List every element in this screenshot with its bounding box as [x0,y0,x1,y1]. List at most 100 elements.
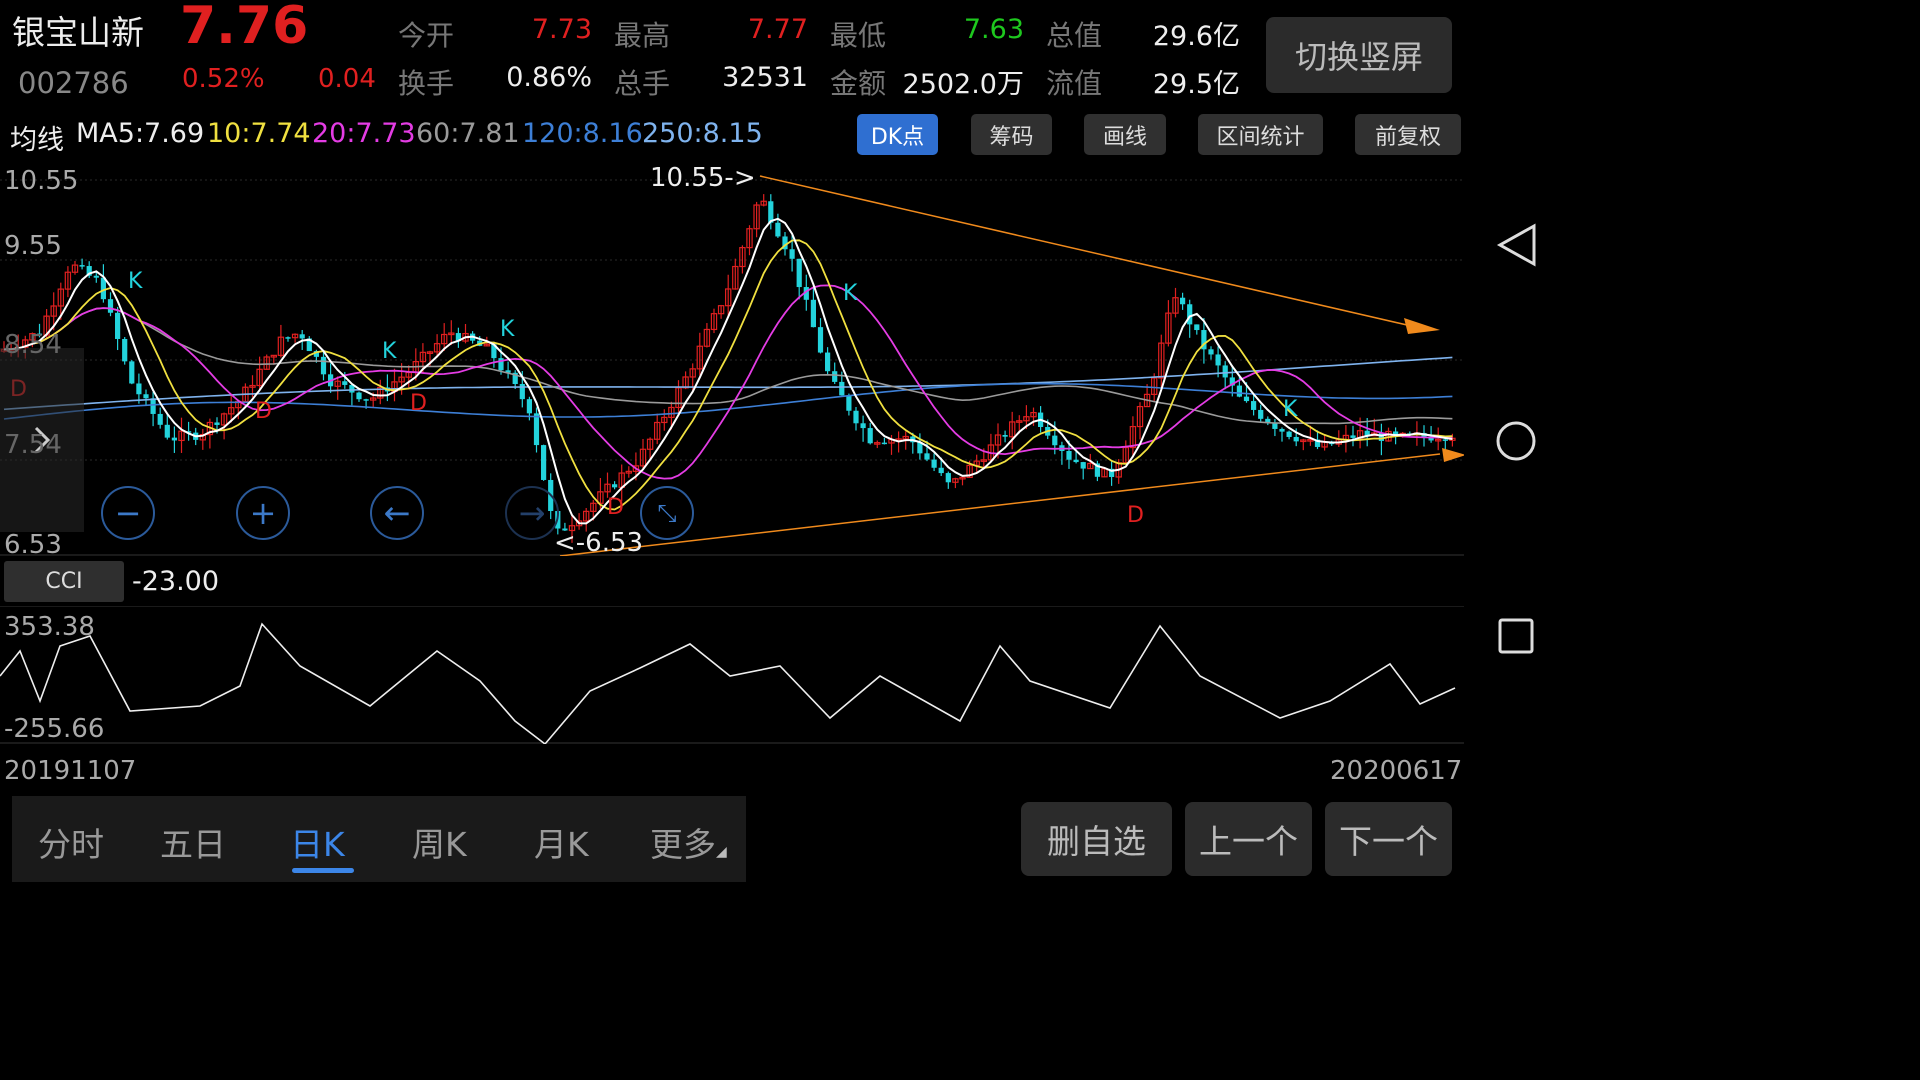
k-marker: K [500,317,515,342]
candle-body [817,327,824,353]
candle-body [945,473,951,483]
grid [0,179,1464,461]
axis-top: 10.55 [4,166,79,196]
candle-body [775,222,781,237]
chips-button[interactable]: 筹码 [971,114,1052,155]
market-cap-label: 总值 [1046,19,1103,52]
turnover-label: 换手 [398,67,455,100]
candle-body [1066,451,1072,460]
candle-body [846,395,852,411]
change-amount: 0.04 [318,64,376,94]
ma60-value: 60:7.81 [416,118,520,149]
pan-left-button[interactable]: ← [370,486,424,540]
active-tab-indicator [292,868,354,873]
ma20-value: 20:7.73 [312,118,416,149]
candle-body [1180,297,1186,305]
ma-label: 均线 [10,125,64,156]
market-cap-value: 29.6亿 [1152,21,1240,52]
candle-body [832,371,838,382]
candle-body [363,399,369,401]
candle-body [796,258,802,288]
candle-body [129,361,135,384]
candle-body [1293,436,1299,442]
low-label: 最低 [830,19,887,52]
interval-stats-button[interactable]: 区间统计 [1198,114,1323,155]
candle-body [867,428,873,444]
candle-body [1243,396,1250,402]
plus-icon: + [249,494,277,532]
candle-body [1236,385,1242,397]
draw-line-button[interactable]: 画线 [1084,114,1166,155]
previous-stock-button[interactable]: 上一个 [1185,802,1312,876]
cci-line [0,622,1456,744]
ma120-value: 120:8.16 [522,118,643,149]
zoom-in-button[interactable]: + [236,486,290,540]
axis-level-3: 8.54 [4,330,62,360]
period-tabs: 分时 五日 日K 周K 月K 更多◢ [12,796,746,882]
candle-body [1080,462,1086,469]
reset-zoom-button[interactable]: ⤡ [640,486,694,540]
candle-body [526,399,532,414]
candle-body [1442,439,1448,441]
tab-five-day[interactable]: 五日 [160,818,226,866]
cci-value: -23.00 [132,566,220,597]
stock-price: 7.76 [180,0,309,56]
stock-code: 002786 [18,66,129,100]
tab-more[interactable]: 更多◢ [650,818,727,866]
tab-intraday[interactable]: 分时 [38,818,104,866]
low-value: 7.63 [963,14,1024,45]
upper-trend-arrow [1404,318,1440,334]
candle-body [881,442,887,445]
candle-body [825,352,831,372]
zoom-out-button[interactable]: − [101,486,155,540]
cci-indicator-tab[interactable]: CCI [4,561,124,602]
candle-body [122,338,128,362]
back-icon[interactable] [1496,223,1536,267]
home-icon[interactable] [1496,421,1536,461]
candle-body [533,413,540,446]
candle-body [100,277,106,300]
candle-body [285,337,291,339]
high-label: 最高 [614,19,671,52]
candle-body [214,422,220,425]
minus-icon: − [114,494,142,532]
candle-body [1222,365,1228,378]
k-marker: K [382,339,397,364]
candle-body [1052,435,1058,446]
end-date: 20200617 [1330,756,1463,786]
candle-body [541,445,547,480]
k-marker: K [843,281,858,306]
d-marker: D [410,391,427,416]
ma10-value: 10:7.74 [207,118,311,149]
float-cap-label: 流值 [1046,67,1103,100]
tab-daily-k[interactable]: 日K [290,818,345,866]
candle-body [157,413,163,425]
corner-triangle-icon: ◢ [716,844,727,860]
remove-watchlist-button[interactable]: 删自选 [1021,802,1172,876]
candle-body [356,392,362,400]
candle-body [136,383,142,395]
candle-body [839,381,845,396]
candle-body [853,410,859,424]
switch-portrait-button[interactable]: 切换竖屏 [1266,17,1452,93]
tab-weekly-k[interactable]: 周K [412,818,467,866]
forward-adjust-button[interactable]: 前复权 [1355,114,1461,155]
pan-right-button[interactable]: → [505,486,559,540]
candle-body [115,312,121,339]
dk-point-button[interactable]: DK点 [857,114,938,155]
candle-body [171,437,177,441]
axis-level-4: 7.54 [4,430,62,460]
next-stock-button[interactable]: 下一个 [1325,802,1452,876]
candle-body [1251,401,1257,410]
tab-monthly-k[interactable]: 月K [534,818,589,866]
stock-name: 银宝山新 [12,13,144,52]
collapse-icon: ⤡ [657,499,677,527]
candle-body [1258,409,1264,419]
recents-icon[interactable] [1498,618,1534,654]
candle-body [1279,428,1285,432]
ma60-line [3,307,1453,425]
candle-body [143,394,149,399]
kline-chart[interactable]: KKKKKDDDDD 10.55-> <-6.53 [0,158,1464,556]
upper-trend-line [759,175,1421,329]
candle-body [860,423,866,429]
